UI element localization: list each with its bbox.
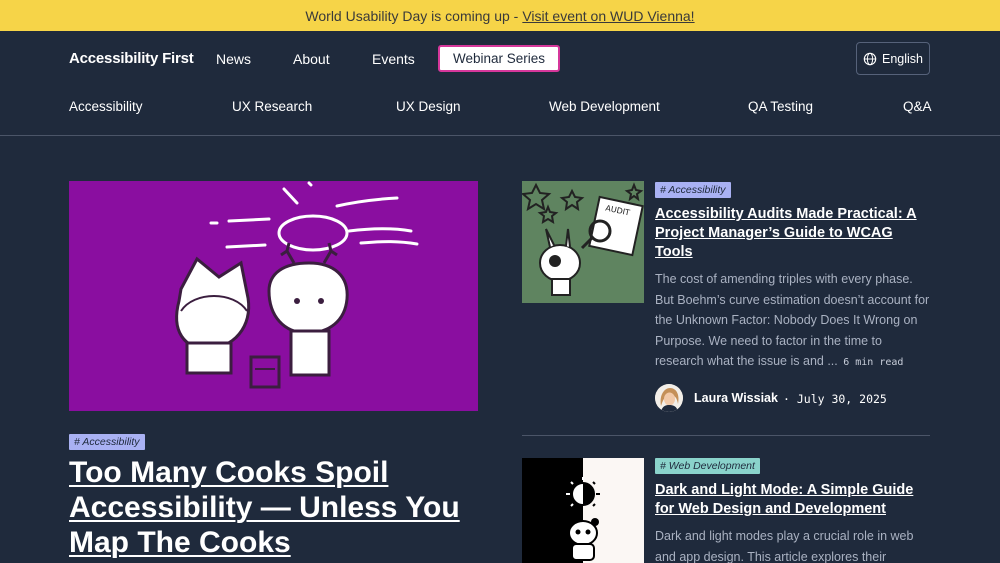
card-tag-accessibility[interactable]: # Accessibility: [655, 182, 731, 198]
nav-news[interactable]: News: [216, 51, 251, 67]
banner-text: World Usability Day is coming up -: [305, 7, 519, 24]
announcement-banner: World Usability Day is coming up - Visit…: [0, 0, 1000, 31]
nav-about[interactable]: About: [293, 51, 330, 67]
language-button[interactable]: English: [856, 42, 930, 75]
category-accessibility[interactable]: Accessibility: [69, 99, 143, 114]
category-qa[interactable]: Q&A: [903, 99, 932, 114]
hero-tag-accessibility[interactable]: # Accessibility: [69, 434, 145, 450]
card-tag-web-development[interactable]: # Web Development: [655, 458, 760, 474]
hero-article-image[interactable]: [69, 181, 478, 411]
author-avatar: [655, 384, 683, 412]
hero-article-title[interactable]: Too Many Cooks Spoil Accessibility — Unl…: [69, 455, 478, 560]
webinar-series-button[interactable]: Webinar Series: [438, 45, 560, 72]
author-name[interactable]: Laura Wissiak: [694, 391, 778, 405]
audit-article-title[interactable]: Accessibility Audits Made Practical: A P…: [655, 205, 930, 262]
dark-light-article-title[interactable]: Dark and Light Mode: A Simple Guide for …: [655, 481, 930, 519]
audit-article-image[interactable]: AUDIT: [522, 181, 644, 303]
article-divider: [522, 435, 930, 436]
audit-read-time: 6 min read: [843, 357, 904, 368]
dark-light-article-image[interactable]: [522, 458, 644, 563]
dark-light-article-excerpt: Dark and light modes play a crucial role…: [655, 529, 914, 563]
language-label: English: [882, 51, 923, 66]
category-ux-design[interactable]: UX Design: [396, 99, 461, 114]
category-web-development[interactable]: Web Development: [549, 99, 660, 114]
publish-date: · July 30, 2025: [783, 392, 887, 406]
category-ux-research[interactable]: UX Research: [232, 99, 312, 114]
category-qa-testing[interactable]: QA Testing: [748, 99, 813, 114]
nav-events[interactable]: Events: [372, 51, 415, 67]
banner-event-link[interactable]: Visit event on WUD Vienna!: [522, 8, 694, 24]
site-brand[interactable]: Accessibility First: [69, 50, 194, 67]
top-navigation: Accessibility First News About Events We…: [0, 31, 1000, 87]
audit-article-excerpt: The cost of amending triples with every …: [655, 269, 930, 374]
globe-icon: [863, 52, 877, 65]
audit-excerpt-text: The cost of amending triples with every …: [655, 272, 930, 368]
category-navigation: Accessibility UX Research UX Design Web …: [0, 87, 1000, 136]
